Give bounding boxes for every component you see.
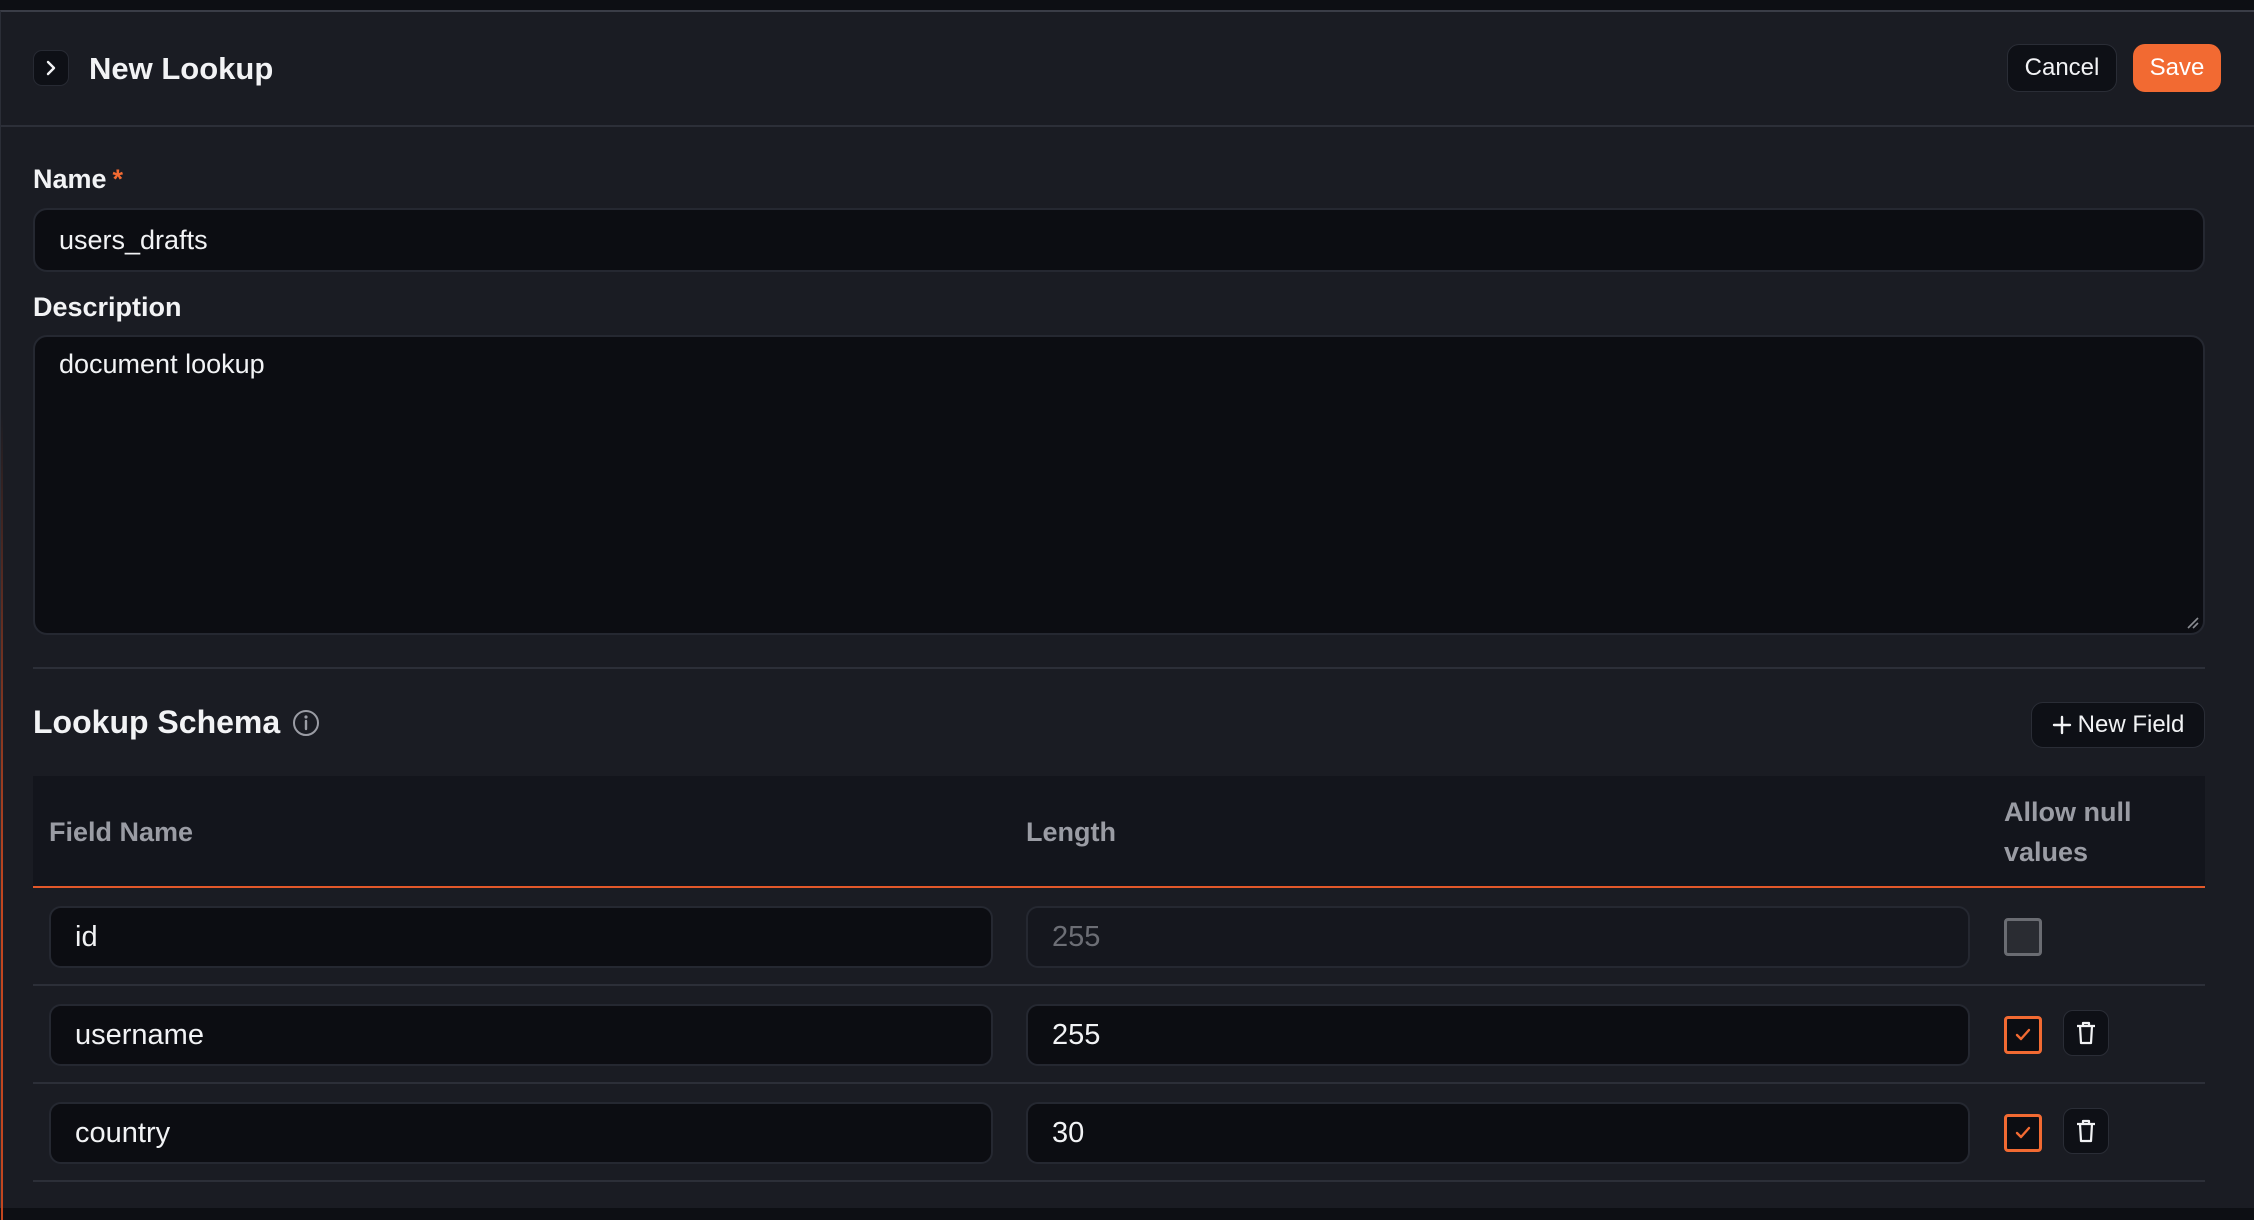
page-title: New Lookup — [89, 51, 274, 86]
allow-null-checkbox[interactable] — [2004, 1016, 2042, 1054]
length-input: 255 — [1026, 906, 1970, 968]
length-input[interactable]: 30 — [1026, 1102, 1970, 1164]
field-name-input[interactable]: country — [49, 1102, 993, 1164]
lookup-panel: New Lookup Cancel Save Name * users_draft… — [0, 10, 2254, 1220]
plus-icon — [2052, 715, 2071, 735]
section-divider — [33, 667, 2205, 669]
cancel-button[interactable]: Cancel — [2007, 44, 2117, 92]
name-label: Name * — [33, 163, 123, 195]
column-header-allow-null: Allow null values — [2004, 797, 2132, 867]
delete-field-button[interactable] — [2063, 1108, 2109, 1154]
table-row: username 255 — [33, 986, 2205, 1084]
check-icon — [2015, 1126, 2031, 1139]
description-textarea[interactable]: document lookup — [33, 335, 2205, 635]
new-field-label: New Field — [2077, 711, 2185, 738]
description-label: Description — [33, 292, 182, 322]
description-text: document lookup — [59, 349, 265, 379]
table-row: country 30 — [33, 1084, 2205, 1182]
trash-icon — [2077, 1021, 2095, 1045]
collapse-panel-button[interactable] — [33, 50, 69, 86]
chevron-right-icon — [46, 60, 56, 76]
allow-null-checkbox[interactable] — [2004, 918, 2042, 956]
schema-table-header: Field Name Length Allow null values — [33, 776, 2205, 888]
name-label-text: Name — [33, 164, 107, 194]
panel-header: New Lookup Cancel Save — [1, 12, 2254, 127]
check-icon — [2015, 1028, 2031, 1041]
column-header-length: Length — [1026, 817, 1116, 847]
trash-icon — [2077, 1119, 2095, 1143]
column-header-field-name: Field Name — [49, 817, 194, 847]
field-name-input[interactable]: id — [49, 906, 993, 968]
new-field-button[interactable]: New Field — [2031, 702, 2205, 748]
save-button[interactable]: Save — [2133, 44, 2221, 92]
name-input[interactable]: users_drafts — [33, 208, 2205, 272]
allow-null-checkbox[interactable] — [2004, 1114, 2042, 1152]
panel-accent-edge — [1, 412, 3, 1220]
length-input[interactable]: 255 — [1026, 1004, 1970, 1066]
info-icon[interactable] — [291, 708, 321, 738]
required-mark: * — [112, 164, 124, 194]
table-row: id 255 — [33, 888, 2205, 986]
schema-title: Lookup Schema — [33, 704, 281, 740]
delete-field-button[interactable] — [2063, 1010, 2109, 1056]
field-name-input[interactable]: username — [49, 1004, 993, 1066]
resize-handle-icon[interactable] — [2185, 615, 2199, 629]
